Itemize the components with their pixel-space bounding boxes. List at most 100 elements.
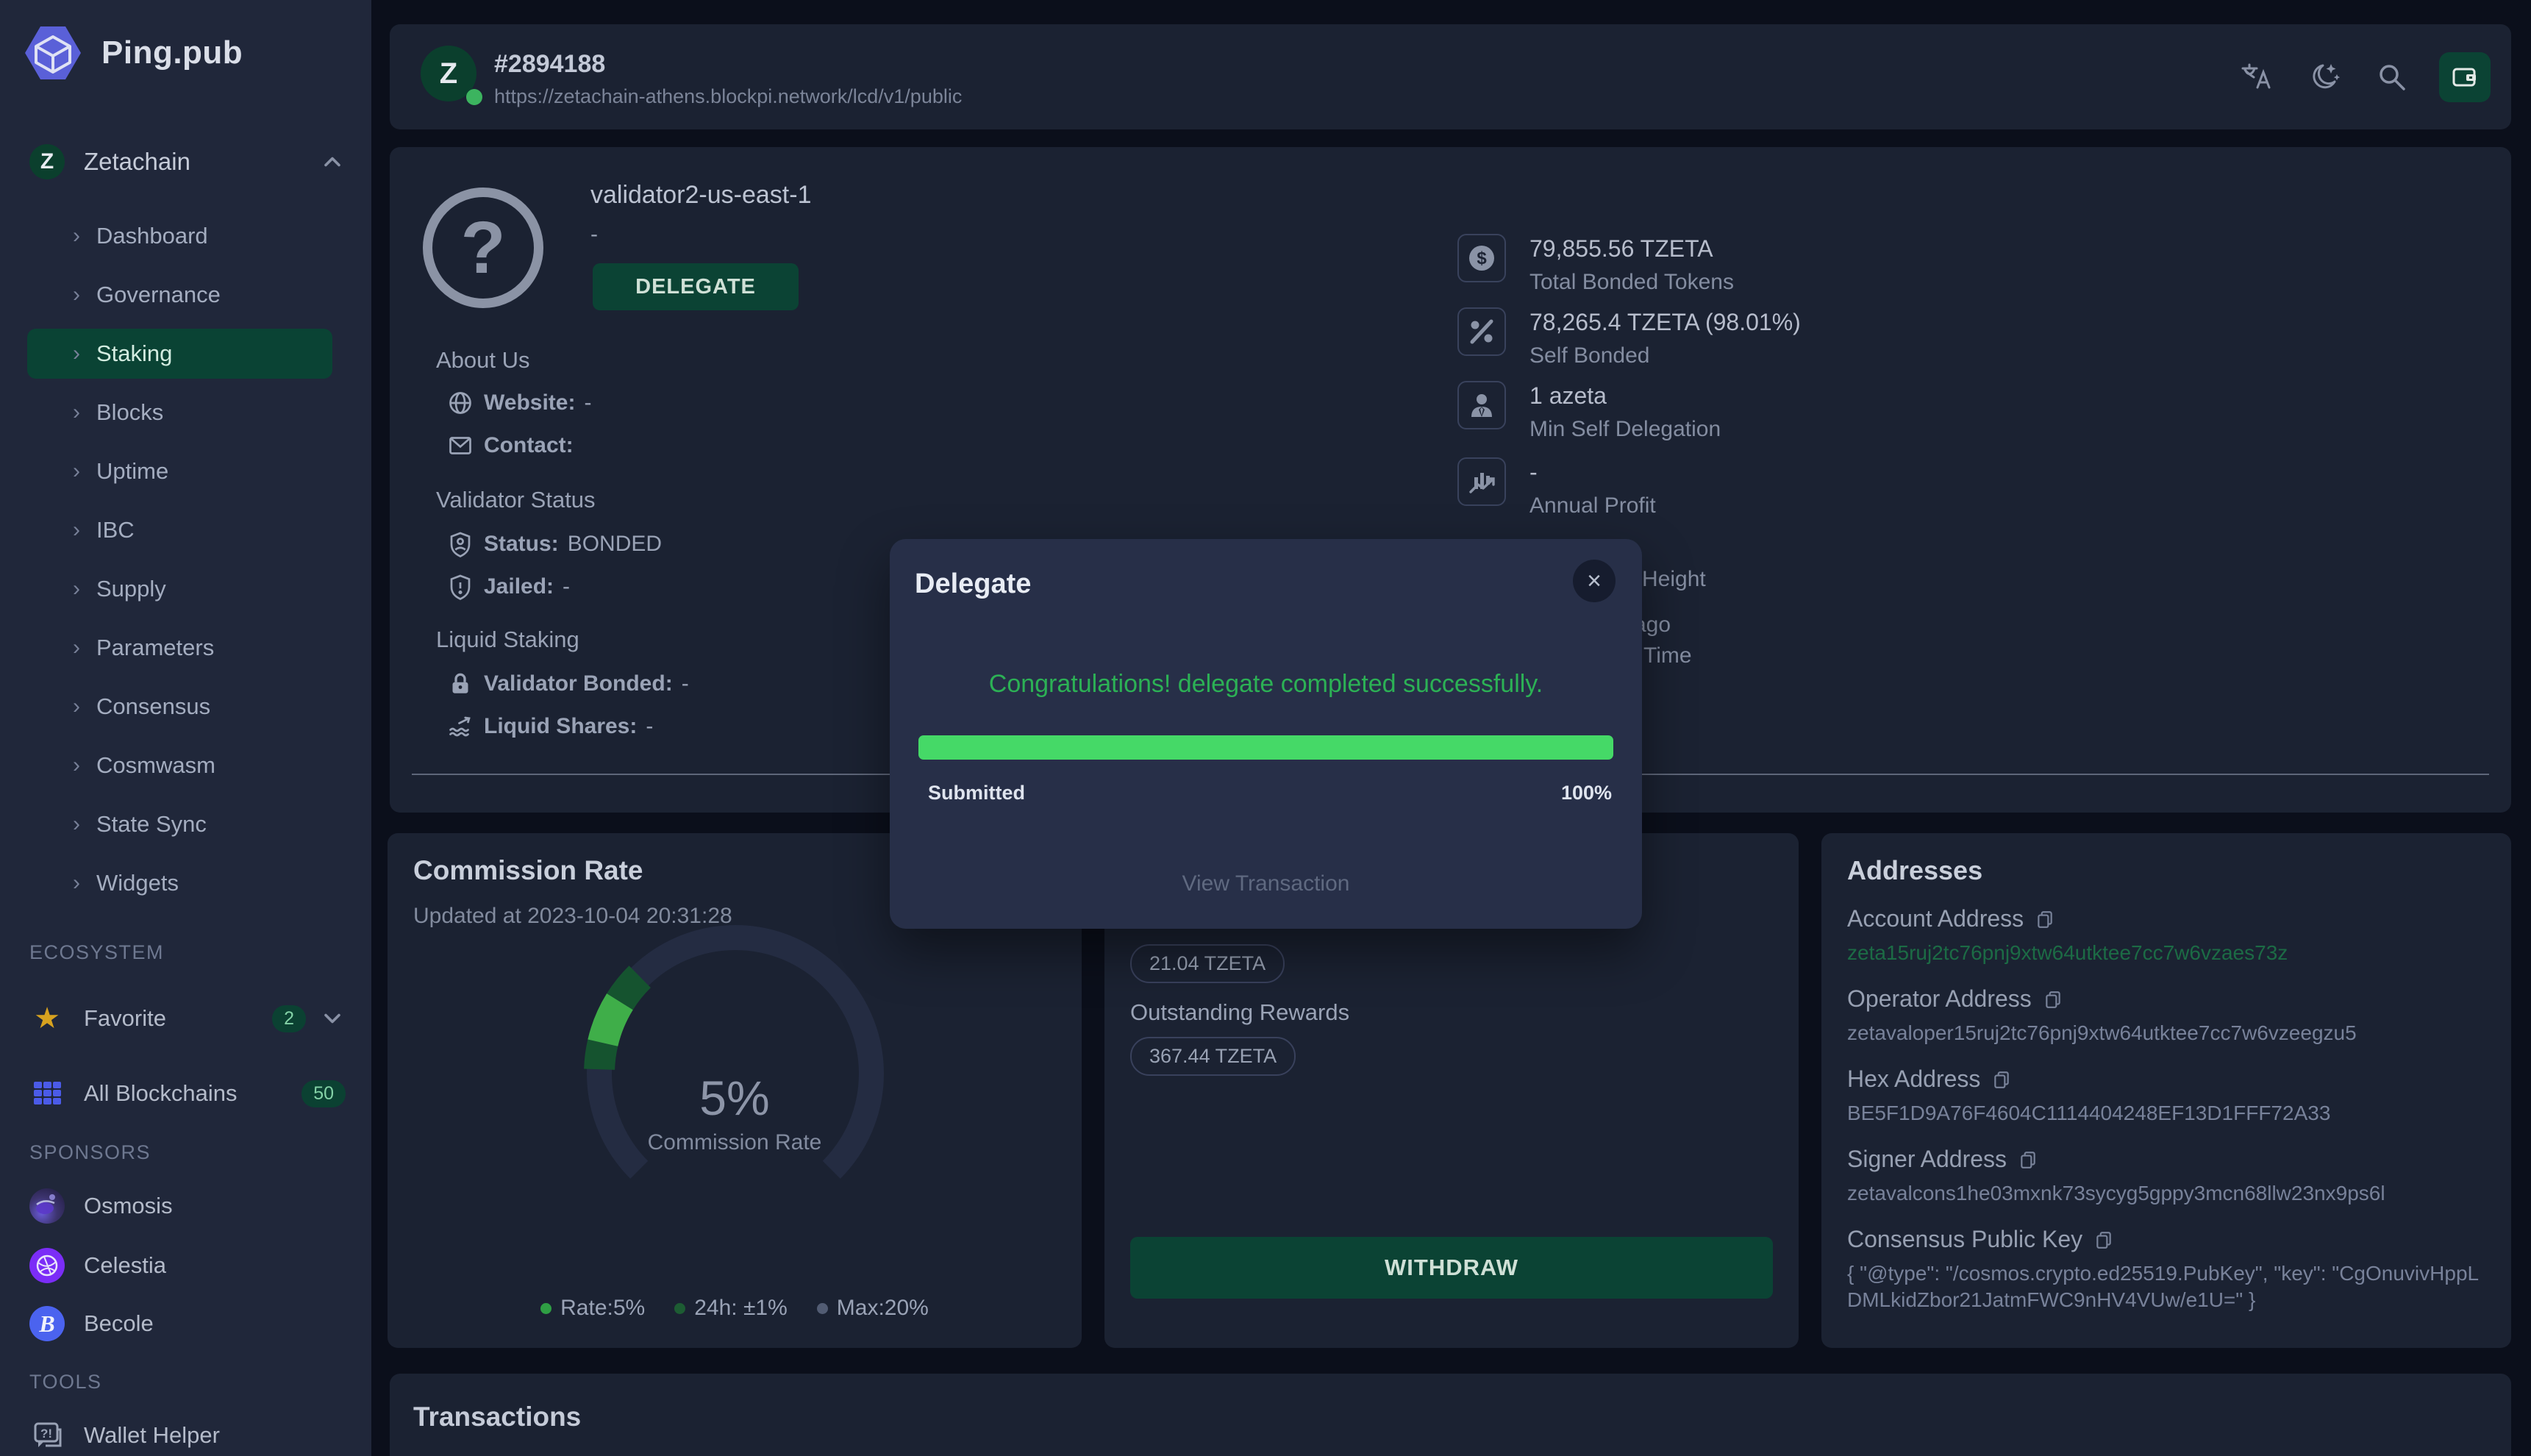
copy-icon[interactable] [2018,1150,2038,1169]
delegate-button[interactable]: DELEGATE [593,263,799,310]
sidebar-item-osmosis[interactable]: Osmosis [29,1188,346,1224]
brand[interactable]: Ping.pub [21,21,243,85]
sidebar-item-ibc[interactable]: ›IBC [27,505,332,555]
sponsor-label: Osmosis [84,1193,346,1219]
svg-text:?!: ?! [40,1427,52,1441]
favorite-label: Favorite [84,1005,272,1032]
coin-icon: $ [1457,234,1506,282]
wallet-button[interactable] [2439,52,2491,102]
jailed-label: Jailed: [484,574,554,599]
sidebar-item-uptime[interactable]: ›Uptime [27,446,332,496]
partial-unbonding-height-label: Height [1642,567,1706,592]
topbar: Z #2894188 https://zetachain-athens.bloc… [390,24,2511,129]
sidebar-item-wallet-helper[interactable]: ?! Wallet Helper [29,1418,346,1453]
sidebar-chain-zetachain[interactable]: Z Zetachain [29,144,346,179]
chevron-right-icon: › [73,224,80,249]
legend-rate[interactable]: Rate:5% [540,1296,645,1321]
sponsor-label: Celestia [84,1252,346,1279]
sidebar-item-governance[interactable]: ›Governance [27,270,332,320]
legend-dot [817,1303,828,1314]
sidebar-item-state-sync[interactable]: › State Sync [27,799,332,849]
translate-icon[interactable] [2236,57,2277,98]
sidebar-item-staking[interactable]: ›Staking [27,329,332,379]
celestia-icon [29,1248,65,1283]
wallet-helper-icon: ?! [29,1418,65,1453]
app: Ping.pub Z Zetachain ›Dashboard ›Governa… [0,0,2531,1456]
progress-bar [918,735,1613,760]
stat-total-bonded: $ 79,855.56 TZETATotal Bonded Tokens [1457,234,1734,297]
sidebar-item-all-blockchains[interactable]: All Blockchains 50 [29,1076,346,1111]
copy-icon[interactable] [2043,990,2063,1009]
validator-bonded-label: Validator Bonded: [484,671,673,696]
favorite-count-badge: 2 [272,1005,306,1032]
star-icon: ★ [29,1002,65,1035]
sidebar: Ping.pub Z Zetachain ›Dashboard ›Governa… [0,0,371,1456]
copy-icon[interactable] [1992,1070,2011,1089]
sidebar-item-widgets[interactable]: ›Widgets [27,858,332,908]
search-icon[interactable] [2371,57,2413,98]
brand-name: Ping.pub [101,35,243,71]
dark-mode-moon-icon[interactable] [2304,57,2345,98]
validator-name: validator2-us-east-1 [590,181,811,210]
addresses-title: Addresses [1847,855,2485,886]
sidebar-item-becole[interactable]: B Becole [29,1306,346,1341]
sidebar-item-label: State Sync [96,811,207,838]
status-value: BONDED [568,532,662,557]
addresses-card: Addresses Account Address zeta15ruj2tc76… [1821,833,2511,1348]
success-message: Congratulations! delegate completed succ… [890,670,1642,699]
address-label: Hex Address [1847,1066,1980,1093]
copy-icon[interactable] [2035,910,2055,929]
wallet-helper-label: Wallet Helper [84,1422,346,1449]
outstanding-rewards-label: Outstanding Rewards [1130,999,1349,1026]
validator-description: - [590,222,598,247]
chevron-right-icon: › [73,694,80,719]
view-transaction-link[interactable]: View Transaction [890,871,1642,896]
legend-dot [674,1303,685,1314]
transactions-title: Transactions [413,1402,581,1432]
jailed-value: - [563,574,570,599]
chevron-right-icon: › [73,753,80,778]
sidebar-item-supply[interactable]: ›Supply [27,564,332,614]
chevron-up-icon[interactable] [319,149,346,175]
operator-address-value: zetavaloper15ruj2tc76pnj9xtw64utktee7cc7… [1847,1020,2485,1046]
sidebar-item-label: Uptime [96,458,168,485]
status-row: Status: BONDED [447,531,662,557]
close-icon[interactable]: × [1573,560,1616,602]
website-value[interactable]: - [584,390,591,415]
shield-badge-icon [447,531,474,557]
sidebar-item-label: Supply [96,576,166,602]
sidebar-item-blocks[interactable]: ›Blocks [27,388,332,438]
sidebar-item-dashboard[interactable]: ›Dashboard [27,211,332,261]
legend-24h[interactable]: 24h: ±1% [674,1296,788,1321]
all-blockchains-count-badge: 50 [301,1080,346,1107]
legend-dot [540,1303,551,1314]
withdraw-button[interactable]: WITHDRAW [1130,1237,1773,1299]
chevron-right-icon: › [73,812,80,837]
block-height[interactable]: #2894188 [494,50,605,79]
chevron-down-icon[interactable] [319,1005,346,1032]
transactions-card: Transactions [390,1374,2511,1456]
address-label: Operator Address [1847,985,2032,1013]
validator-status-heading: Validator Status [436,487,596,513]
sponsor-label: Becole [84,1310,346,1337]
ecosystem-section-label: ECOSYSTEM [29,941,164,964]
chevron-right-icon: › [73,635,80,660]
zetachain-icon: Z [29,144,65,179]
sidebar-item-favorite[interactable]: ★ Favorite 2 [29,1002,346,1035]
liquid-shares-icon [447,713,474,740]
modal-title: Delegate [915,568,1031,600]
sidebar-item-parameters[interactable]: ›Parameters [27,623,332,673]
sidebar-item-cosmwasm[interactable]: ›Cosmwasm [27,741,332,791]
liquid-shares-row: Liquid Shares: - [447,713,653,740]
hex-address-label-row: Hex Address [1847,1066,2485,1093]
account-address-value[interactable]: zeta15ruj2tc76pnj9xtw64utktee7cc7w6vzaes… [1847,940,2485,966]
address-label: Consensus Public Key [1847,1226,2082,1253]
sidebar-item-consensus[interactable]: ›Consensus [27,682,332,732]
status-online-dot [466,89,482,105]
liquid-staking-heading: Liquid Staking [436,627,579,653]
commission-card-title: Commission Rate [413,855,643,886]
sidebar-item-celestia[interactable]: Celestia [29,1248,346,1283]
operator-address-label-row: Operator Address [1847,985,2485,1013]
copy-icon[interactable] [2094,1230,2113,1249]
legend-max[interactable]: Max:20% [817,1296,929,1321]
